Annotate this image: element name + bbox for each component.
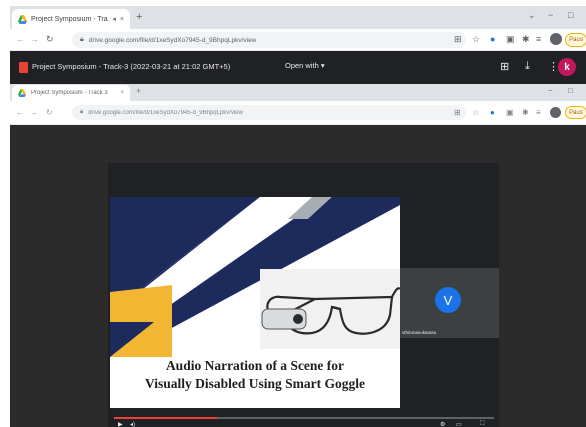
drive-viewer-header: Project Symposium - Track-3 (2022-03-21 …	[10, 51, 586, 84]
inner-tab-close-icon: ×	[120, 90, 124, 96]
inner-reload-icon: ↻	[46, 108, 53, 117]
browser-tab[interactable]: Project Symposium - Track 3 ◂ ×	[12, 9, 130, 29]
inner-toolbar: ← → ↻ 🔒︎ drive.google.com/file/d/1xeSydX…	[10, 101, 586, 125]
maximize-button[interactable]: □	[568, 10, 573, 20]
inner-google-drive-icon	[18, 88, 27, 98]
inner-profile-avatar	[550, 107, 561, 118]
bookmark-star-icon[interactable]: ☆	[472, 34, 480, 45]
inner-extension-icon: ●	[490, 108, 495, 117]
captions-icon[interactable]: ▭	[456, 421, 462, 427]
tab-search-icon[interactable]: ⌄	[528, 10, 536, 21]
reload-icon[interactable]: ↻	[46, 34, 54, 45]
inner-star-icon: ☆	[472, 108, 480, 117]
inner-back-icon: ←	[16, 108, 24, 117]
inner-paused-pill: Paus	[565, 106, 586, 119]
inner-tab-title: Project Symposium - Track 3	[31, 90, 108, 96]
inner-maximize-icon: □	[568, 86, 573, 95]
inner-address-bar: 🔒︎ drive.google.com/file/d/1xeSydXo7945-…	[72, 105, 466, 120]
inner-address-url: drive.google.com/file/d/1xeSydXo7945-d_9…	[88, 109, 243, 116]
inner-install-icon: ⊞	[454, 108, 461, 117]
inner-forward-icon: →	[30, 108, 38, 117]
puzzle-icon[interactable]: ✱	[522, 34, 530, 45]
browser-toolbar: ← → ↻ 🔒︎ drive.google.com/file/d/1xeSydX…	[10, 29, 586, 51]
forward-icon[interactable]: →	[30, 34, 39, 44]
inner-reading-list-icon: ≡	[536, 108, 541, 117]
install-icon[interactable]: ⊞	[454, 34, 462, 45]
inner-new-tab-icon: +	[136, 86, 142, 96]
browser-tab-strip: Project Symposium - Track 3 ◂ × + ⌄ − □	[10, 6, 586, 29]
extension-icon[interactable]: ●	[490, 34, 495, 44]
google-drive-icon	[18, 14, 27, 24]
participant-name: vthirunavukarasu	[402, 330, 437, 335]
address-bar[interactable]: 🔒︎ drive.google.com/file/d/1xeSydXo7945-…	[72, 32, 466, 48]
paused-sync-pill[interactable]: Paus	[565, 33, 586, 47]
reading-list-icon[interactable]: ≡	[536, 34, 541, 44]
new-tab-button[interactable]: +	[136, 11, 142, 23]
volume-icon[interactable]: ◂)	[130, 421, 135, 427]
extension-icon-2[interactable]: ▣	[506, 34, 515, 45]
download-icon[interactable]: ⤓	[525, 60, 530, 73]
tab-close-icon[interactable]: ×	[120, 16, 124, 23]
settings-gear-icon[interactable]: ⚙	[440, 421, 445, 427]
back-icon[interactable]: ←	[16, 34, 25, 44]
file-title: Project Symposium - Track-3 (2022-03-21 …	[32, 62, 231, 71]
inner-puzzle-icon: ✱	[522, 108, 529, 117]
lock-icon: 🔒︎	[80, 36, 84, 43]
fullscreen-icon[interactable]: ⛶	[480, 421, 484, 427]
add-to-drive-icon[interactable]: ⊞	[500, 60, 509, 73]
speaker-icon: ◂	[112, 16, 116, 23]
account-avatar[interactable]: k	[558, 58, 576, 76]
open-with-button[interactable]: Open with ▾	[285, 61, 325, 70]
minimize-button[interactable]: −	[548, 10, 553, 20]
inner-minimize-icon: −	[548, 86, 553, 95]
slide-title-line-2: Visually Disabled Using Smart Goggle	[144, 376, 366, 391]
inner-tab-strip: Project Symposium - Track 3 × + − □	[10, 84, 586, 101]
video-progress-fill	[114, 417, 217, 419]
slide-title: Audio Narration of a Scene for Visually …	[110, 357, 400, 393]
inner-lock-icon: 🔒︎	[80, 109, 84, 115]
participant-avatar: V	[435, 287, 461, 313]
slide-title-line-1: Audio Narration of a Scene for	[165, 358, 345, 373]
video-file-icon	[19, 62, 28, 73]
play-icon[interactable]: ▶	[118, 421, 123, 427]
address-url: drive.google.com/file/d/1xeSydXo7945-d_9…	[88, 36, 257, 44]
inner-browser-tab: Project Symposium - Track 3 ×	[12, 85, 130, 101]
profile-avatar[interactable]	[550, 33, 562, 45]
inner-extension-icon-2: ▣	[506, 108, 514, 117]
presentation-slide: Audio Narration of a Scene for Visually …	[110, 197, 400, 408]
goggle-camera-lens	[293, 314, 303, 324]
browser-tab-title: Project Symposium - Track 3	[31, 15, 108, 23]
